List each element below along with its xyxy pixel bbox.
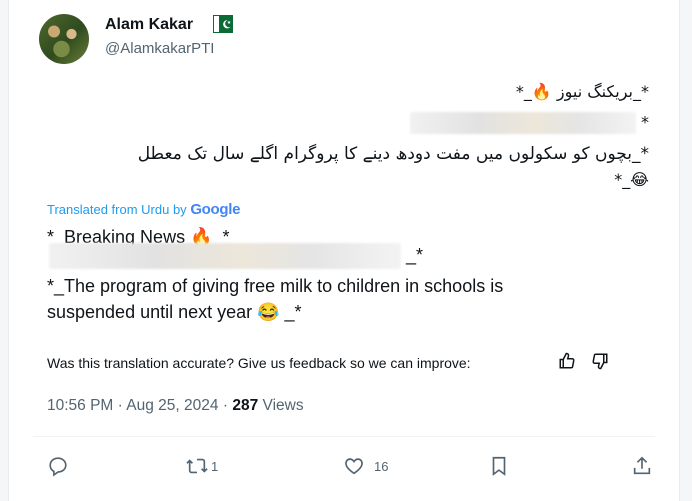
urdu-line-1: *_بریکنگ نیوز 🔥_* (515, 82, 649, 101)
heart-icon (345, 458, 363, 475)
reply-button[interactable] (47, 455, 69, 477)
translation-line-4: suspended until next year 😂 _* (47, 302, 302, 322)
meta-separator: · (222, 397, 229, 414)
urdu-line-2: * (409, 112, 649, 134)
thumbs-up-icon[interactable] (558, 352, 576, 375)
tweet-card: Alam Kakar @AlamkakarPTI *_بریکنگ نیوز 🔥… (8, 0, 680, 501)
like-count: 16 (374, 458, 389, 474)
translation-line-3: *_The program of giving free milk to chi… (47, 276, 504, 296)
share-button[interactable] (631, 455, 653, 477)
translation-line-2-suffix: _* (406, 244, 424, 265)
bookmark-icon (492, 456, 506, 476)
avatar[interactable] (39, 14, 89, 64)
pakistan-flag-icon (213, 15, 233, 33)
tweet-date[interactable]: Aug 25, 2024 (126, 397, 218, 414)
divider (33, 436, 655, 437)
translated-from-text: Translated from Urdu by (47, 202, 187, 217)
urdu-line-4: 😂_* (614, 170, 649, 189)
like-button[interactable]: 16 (342, 455, 388, 477)
meta-separator: · (117, 397, 123, 414)
translated-label: Translated from Urdu by Google (47, 201, 240, 218)
retweet-count: 1 (211, 458, 219, 474)
urdu-line-3: *_بچوں کو سکولوں میں مفت دودھ دینے کا پر… (137, 144, 649, 164)
tweet-time[interactable]: 10:56 PM (47, 397, 113, 414)
tweet-meta: 10:56 PM · Aug 25, 2024 · 287 Views (47, 397, 304, 415)
retweet-button[interactable]: 1 (185, 455, 218, 477)
translation-line-2: _* (47, 243, 423, 269)
views-count: 287 (232, 397, 259, 414)
views-label: Views (262, 397, 304, 414)
bookmark-button[interactable] (489, 455, 509, 477)
reply-icon (49, 457, 67, 477)
redacted-text (409, 112, 636, 134)
google-logo: Google (190, 201, 241, 218)
author-handle[interactable]: @AlamkakarPTI (105, 40, 214, 57)
translation-feedback-text: Was this translation accurate? Give us f… (47, 355, 471, 371)
share-icon (633, 456, 651, 475)
urdu-line-2-suffix: * (641, 112, 649, 132)
redacted-text (49, 243, 401, 269)
author-name[interactable]: Alam Kakar (105, 16, 193, 34)
thumbs-down-icon[interactable] (591, 352, 609, 375)
retweet-icon (186, 458, 208, 474)
